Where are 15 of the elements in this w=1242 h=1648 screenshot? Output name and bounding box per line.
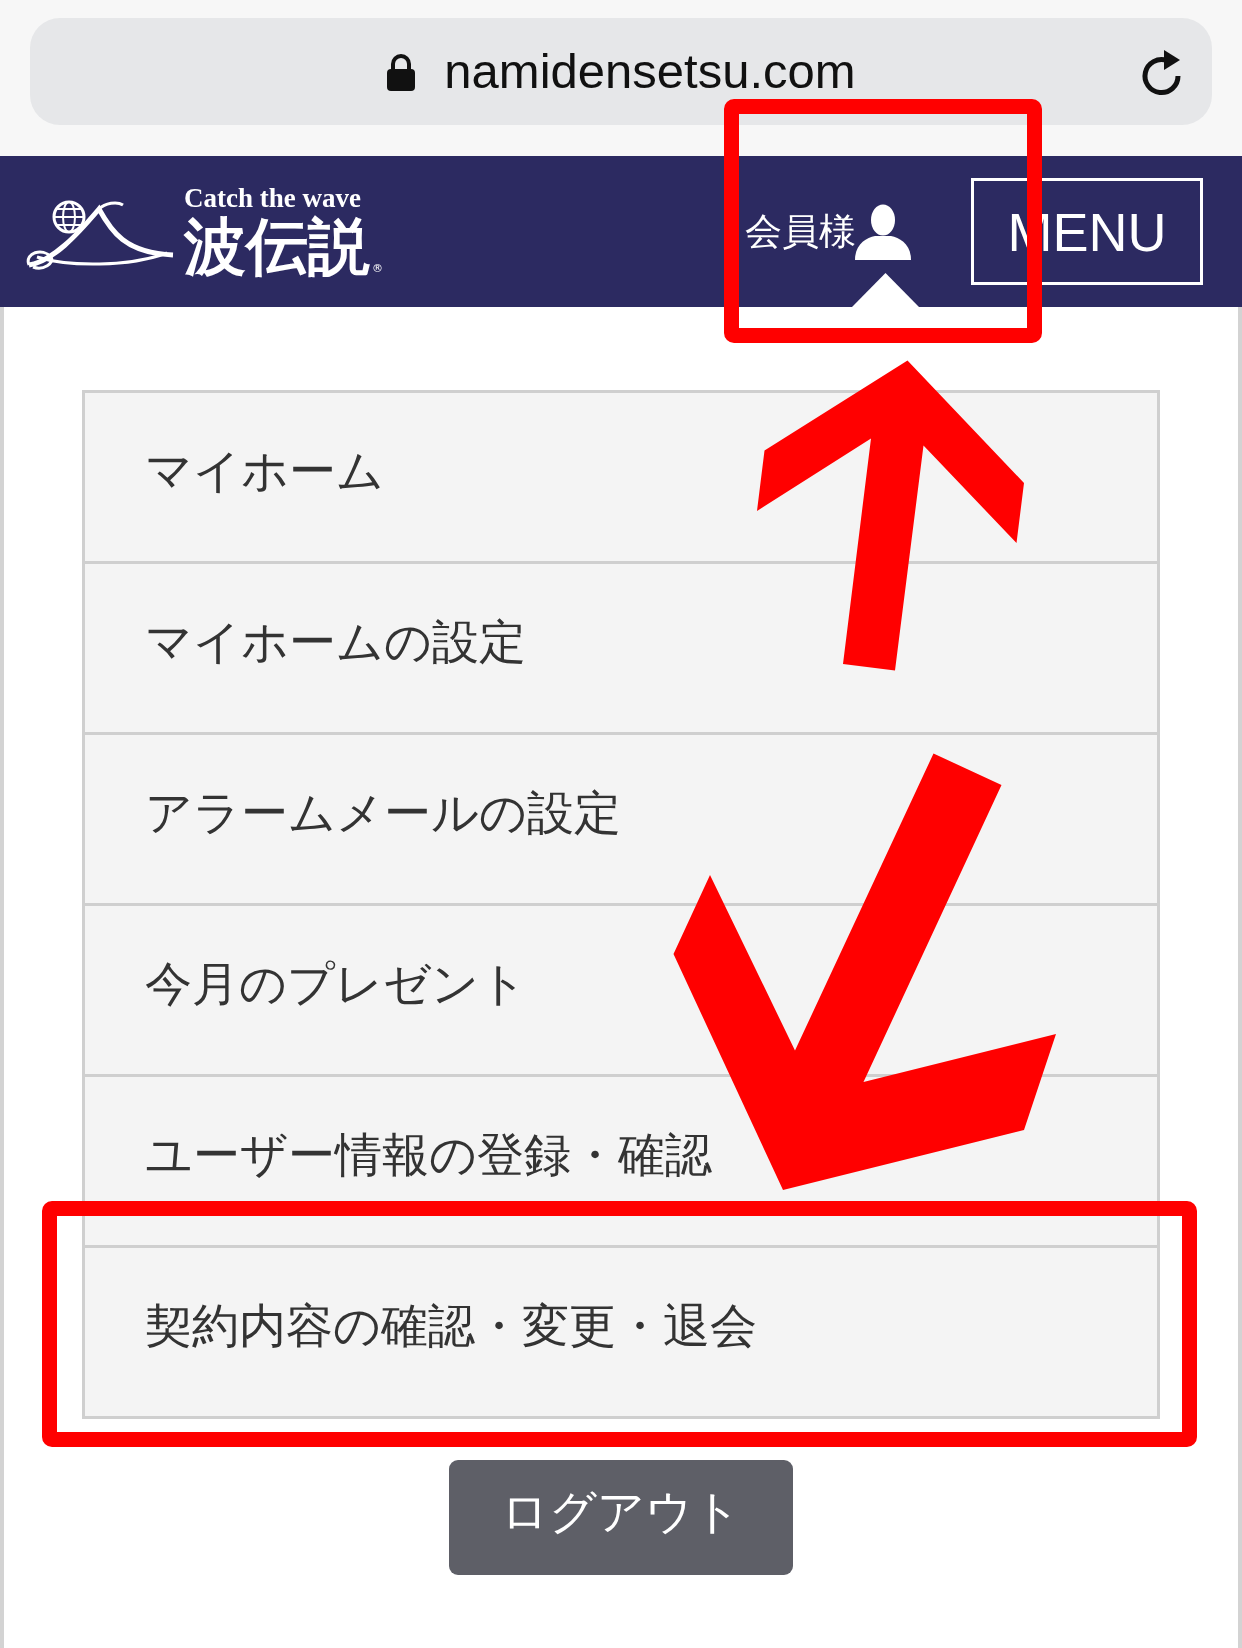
logo-tagline: Catch the wave <box>184 185 362 212</box>
member-menu-link[interactable]: 会員様 <box>745 203 912 260</box>
menu-item[interactable]: マイホーム <box>85 393 1157 561</box>
logo-name: 波伝説 <box>184 216 370 278</box>
person-icon <box>854 203 912 260</box>
url-text: namidensetsu.com <box>444 47 856 96</box>
lock-icon <box>386 52 417 91</box>
menu-item[interactable]: 今月のプレゼント <box>85 906 1157 1074</box>
menu-item[interactable]: アラームメールの設定 <box>85 735 1157 903</box>
address-bar[interactable]: namidensetsu.com <box>30 18 1212 125</box>
menu-item[interactable]: ユーザー情報の登録・確認 <box>85 1077 1157 1245</box>
logout-button[interactable]: ログアウト <box>449 1460 793 1575</box>
registered-mark: ® <box>372 263 383 274</box>
menu-item[interactable]: マイホームの設定 <box>85 564 1157 732</box>
menu-item[interactable]: 契約内容の確認・変更・退会 <box>85 1248 1157 1416</box>
